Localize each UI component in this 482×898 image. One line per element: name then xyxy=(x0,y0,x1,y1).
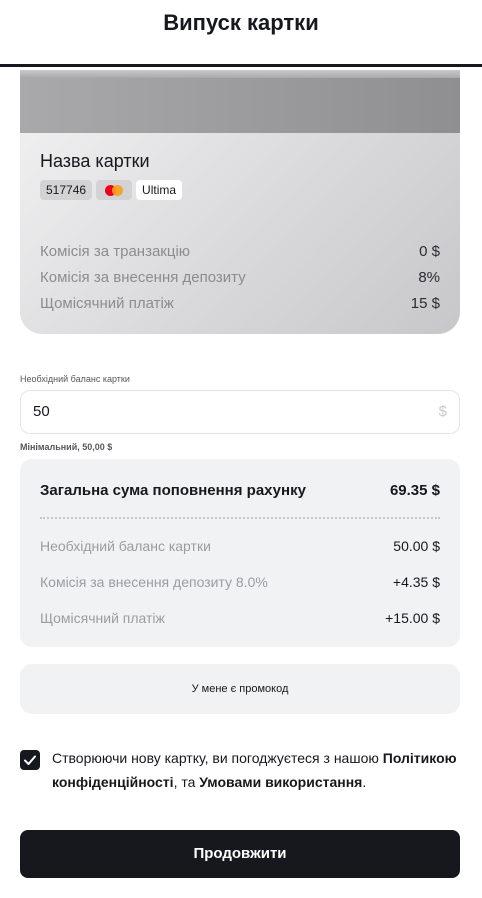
promo-code-label: У мене є промокод xyxy=(191,683,289,695)
summary-row-balance: Необхідний баланс картки 50.00 $ xyxy=(40,538,440,554)
topup-summary: Загальна сума поповнення рахунку 69.35 $… xyxy=(20,459,460,647)
card-chips: 517746 Ultima xyxy=(40,180,183,200)
agreement-text-2: , та xyxy=(173,774,200,790)
currency-suffix: $ xyxy=(438,403,447,420)
mastercard-icon xyxy=(105,184,124,196)
fee-label: Комісія за транзакцію xyxy=(40,243,191,260)
summary-row-label: Необхідний баланс картки xyxy=(40,538,211,554)
fee-row-monthly: Щомісячний платіж 15 $ xyxy=(40,295,440,312)
balance-input-value[interactable]: 50 xyxy=(33,403,50,420)
agreement-text-3: . xyxy=(362,774,367,790)
summary-row-value: +15.00 $ xyxy=(385,610,440,626)
header-divider xyxy=(0,64,482,67)
promo-code-button[interactable]: У мене є промокод xyxy=(20,664,460,714)
balance-field-label: Необхідний баланс картки xyxy=(20,374,130,384)
fee-label: Щомісячний платіж xyxy=(40,295,174,312)
continue-button[interactable]: Продовжити xyxy=(20,830,460,878)
balance-input[interactable]: 50 $ xyxy=(20,390,460,434)
continue-button-label: Продовжити xyxy=(193,845,287,862)
summary-total-value: 69.35 $ xyxy=(389,482,440,499)
summary-row-label: Комісія за внесення депозиту 8.0% xyxy=(40,574,268,590)
agreement-text: Створюючи нову картку, ви погоджуєтеся з… xyxy=(52,746,462,794)
summary-row-value: 50.00 $ xyxy=(393,538,440,554)
fee-row-transaction: Комісія за транзакцію 0 $ xyxy=(40,243,440,260)
page-title: Випуск картки xyxy=(163,10,319,35)
mastercard-chip xyxy=(96,180,133,200)
agreement-text-1: Створюючи нову картку, ви погоджуєтеся з… xyxy=(52,750,383,766)
agreement-checkbox[interactable] xyxy=(20,750,40,770)
checkmark-icon xyxy=(24,755,36,765)
fee-value: 0 $ xyxy=(419,243,440,260)
summary-total-label: Загальна сума поповнення рахунку xyxy=(40,482,306,499)
summary-total-row: Загальна сума поповнення рахунку 69.35 $ xyxy=(40,482,440,499)
summary-row-value: +4.35 $ xyxy=(392,574,440,590)
terms-link[interactable]: Умовами використання xyxy=(199,774,362,790)
fee-value: 15 $ xyxy=(410,295,440,312)
fee-row-deposit: Комісія за внесення депозиту 8% xyxy=(40,269,440,286)
card-name: Назва картки xyxy=(40,151,150,171)
balance-min-hint: Мінімальний, 50,00 $ xyxy=(20,442,113,452)
summary-row-label: Щомісячний платіж xyxy=(40,610,165,626)
card-preview: Назва картки 517746 Ultima Комісія за тр… xyxy=(20,70,460,334)
card-image-band xyxy=(20,70,460,133)
card-tier-chip: Ultima xyxy=(136,180,183,200)
card-bin-chip: 517746 xyxy=(40,180,93,200)
header: Випуск картки xyxy=(0,0,482,67)
summary-divider xyxy=(40,517,440,519)
summary-row-deposit-fee: Комісія за внесення депозиту 8.0% +4.35 … xyxy=(40,574,440,590)
fee-label: Комісія за внесення депозиту xyxy=(40,269,246,286)
fee-value: 8% xyxy=(418,269,440,286)
summary-row-monthly: Щомісячний платіж +15.00 $ xyxy=(40,610,440,626)
